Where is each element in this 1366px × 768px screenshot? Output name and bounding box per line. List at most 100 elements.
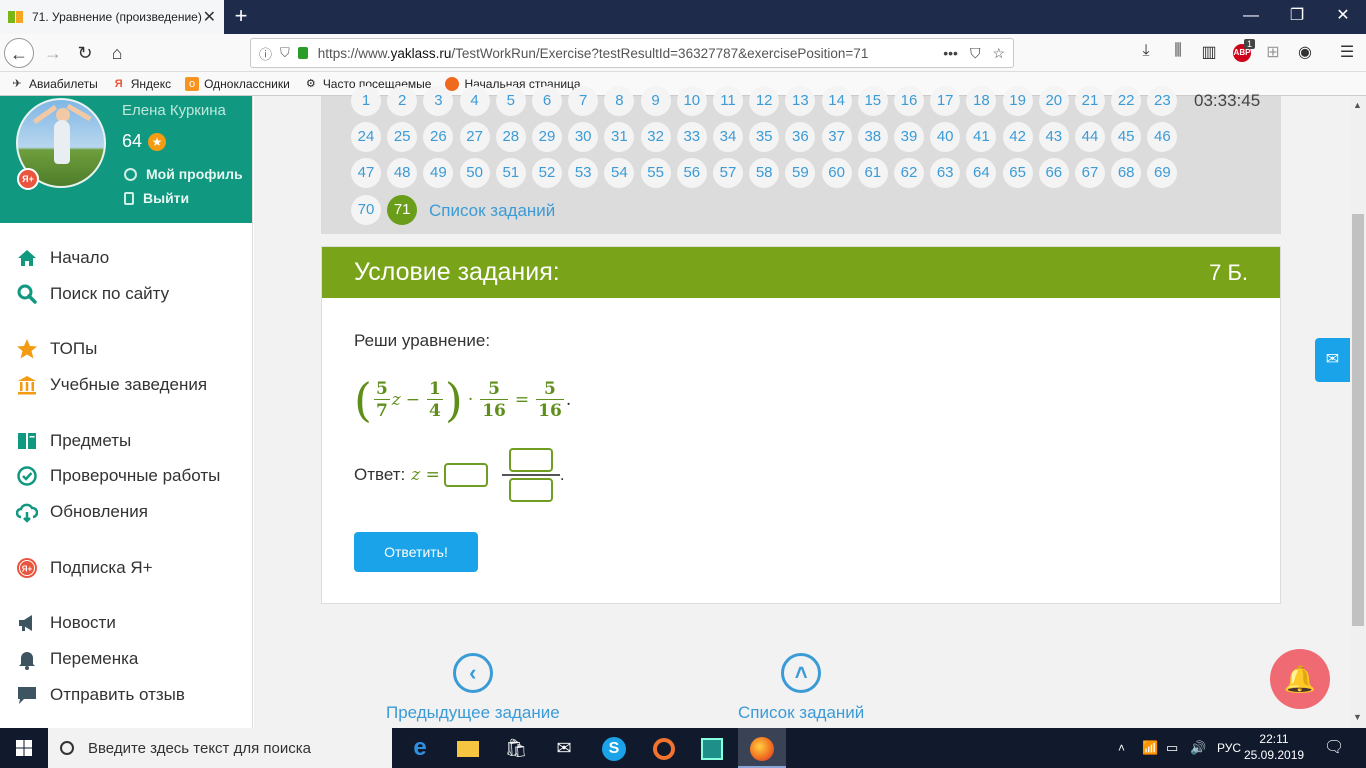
back-button[interactable]: ← <box>4 38 34 68</box>
task-number-32[interactable]: 32 <box>640 122 671 153</box>
scroll-down-arrow-icon[interactable]: ▼ <box>1353 712 1362 722</box>
task-number-43[interactable]: 43 <box>1038 122 1069 153</box>
forward-button[interactable]: → <box>38 38 68 68</box>
task-number-34[interactable]: 34 <box>713 122 743 153</box>
hamburger-menu-icon[interactable]: ☰ <box>1336 42 1358 62</box>
task-number-7[interactable]: 7 <box>568 86 599 116</box>
bookmark-yandex[interactable]: Я Яндекс <box>112 77 171 91</box>
task-number-6[interactable]: 6 <box>532 86 562 116</box>
url-text[interactable]: https://www.yaklass.ru/TestWorkRun/Exerc… <box>318 46 931 61</box>
task-number-49[interactable]: 49 <box>423 158 454 189</box>
sidebar-item-updates[interactable]: Обновления <box>16 501 148 523</box>
task-number-63[interactable]: 63 <box>930 158 961 189</box>
task-number-54[interactable]: 54 <box>604 158 635 189</box>
task-number-64[interactable]: 64 <box>966 158 997 189</box>
minimize-button[interactable]: — <box>1228 0 1274 34</box>
sidebar-item-tops[interactable]: ТОПы <box>16 338 97 360</box>
task-number-60[interactable]: 60 <box>821 158 852 189</box>
scroll-thumb[interactable] <box>1352 214 1364 626</box>
task-number-59[interactable]: 59 <box>785 158 816 189</box>
pocket-icon[interactable]: ⛉ <box>970 45 981 62</box>
task-number-21[interactable]: 21 <box>1075 86 1105 116</box>
task-number-53[interactable]: 53 <box>568 158 599 189</box>
task-number-17[interactable]: 17 <box>930 86 961 116</box>
close-window-button[interactable]: ✕ <box>1320 0 1366 34</box>
task-number-12[interactable]: 12 <box>749 86 780 116</box>
task-number-61[interactable]: 61 <box>857 158 888 189</box>
task-number-52[interactable]: 52 <box>532 158 562 189</box>
task-number-2[interactable]: 2 <box>387 86 418 116</box>
task-number-68[interactable]: 68 <box>1111 158 1142 189</box>
close-tab-icon[interactable]: ✕ <box>203 7 216 27</box>
reload-button[interactable]: ↻ <box>70 38 100 68</box>
task-number-62[interactable]: 62 <box>894 158 924 189</box>
notification-bell-icon[interactable]: 🔔 <box>1270 649 1330 709</box>
task-number-29[interactable]: 29 <box>532 122 562 153</box>
sidebar-item-search[interactable]: Поиск по сайту <box>16 283 169 305</box>
task-number-35[interactable]: 35 <box>749 122 780 153</box>
task-number-27[interactable]: 27 <box>459 122 490 153</box>
task-number-44[interactable]: 44 <box>1075 122 1105 153</box>
task-number-22[interactable]: 22 <box>1111 86 1142 116</box>
answer-whole-input[interactable] <box>443 463 488 487</box>
firefox-taskbar-icon[interactable] <box>738 728 786 768</box>
task-number-13[interactable]: 13 <box>785 86 816 116</box>
sidebar-item-tests[interactable]: Проверочные работы <box>16 465 220 487</box>
task-number-55[interactable]: 55 <box>640 158 671 189</box>
network-icon[interactable]: 📶 <box>1142 728 1158 768</box>
task-number-4[interactable]: 4 <box>459 86 490 116</box>
task-number-42[interactable]: 42 <box>1002 122 1033 153</box>
task-number-69[interactable]: 69 <box>1147 158 1178 189</box>
task-number-66[interactable]: 66 <box>1038 158 1069 189</box>
sidebar-item-schools[interactable]: Учебные заведения <box>16 374 207 396</box>
task-number-71[interactable]: 71 <box>387 194 418 225</box>
logout-link[interactable]: Выйти <box>124 190 189 206</box>
home-button[interactable]: ⌂ <box>102 38 132 68</box>
task-number-70[interactable]: 70 <box>351 194 381 225</box>
sidebar-item-subscription[interactable]: Я+ Подписка Я+ <box>16 557 153 579</box>
my-profile-link[interactable]: Мой профиль <box>124 166 243 182</box>
task-number-20[interactable]: 20 <box>1038 86 1069 116</box>
media-app-icon[interactable] <box>688 728 736 768</box>
previous-task-link[interactable]: ‹ Предыдущее задание <box>386 653 560 723</box>
page-actions-icon[interactable]: ••• <box>943 45 958 61</box>
task-number-23[interactable]: 23 <box>1147 86 1178 116</box>
task-list-link[interactable]: Список заданий <box>429 201 555 221</box>
task-number-11[interactable]: 11 <box>713 86 743 116</box>
task-number-1[interactable]: 1 <box>351 86 381 116</box>
task-number-38[interactable]: 38 <box>857 122 888 153</box>
task-number-39[interactable]: 39 <box>894 122 924 153</box>
scroll-up-arrow-icon[interactable]: ▲ <box>1353 100 1362 110</box>
bookmark-odnoklassniki[interactable]: о Одноклассники <box>185 76 290 91</box>
task-number-26[interactable]: 26 <box>423 122 454 153</box>
answer-denominator-input[interactable] <box>508 477 553 502</box>
bookmark-star-icon[interactable]: ☆ <box>992 45 1005 62</box>
task-number-9[interactable]: 9 <box>640 86 671 116</box>
task-number-41[interactable]: 41 <box>966 122 997 153</box>
task-number-48[interactable]: 48 <box>387 158 418 189</box>
lock-icon[interactable] <box>297 47 308 59</box>
task-number-65[interactable]: 65 <box>1002 158 1033 189</box>
system-clock[interactable]: 22:11 25.09.2019 <box>1244 731 1304 763</box>
answer-numerator-input[interactable] <box>508 448 553 473</box>
submit-answer-button[interactable]: Ответить! <box>354 532 478 572</box>
downloads-icon[interactable]: ⤓ <box>1135 42 1157 60</box>
task-number-37[interactable]: 37 <box>821 122 852 153</box>
info-icon[interactable]: ⓘ <box>259 44 272 63</box>
task-number-50[interactable]: 50 <box>459 158 490 189</box>
task-number-56[interactable]: 56 <box>676 158 707 189</box>
task-number-45[interactable]: 45 <box>1111 122 1142 153</box>
task-number-58[interactable]: 58 <box>749 158 780 189</box>
sidebar-item-news[interactable]: Новости <box>16 612 116 634</box>
skype-icon[interactable]: S <box>590 728 638 768</box>
task-number-40[interactable]: 40 <box>930 122 961 153</box>
origin-icon[interactable] <box>640 728 688 768</box>
taskbar-search-input[interactable]: Введите здесь текст для поиска <box>48 728 392 768</box>
sidebar-item-home[interactable]: Начало <box>16 247 109 269</box>
windows-start-icon[interactable] <box>0 728 48 768</box>
task-number-10[interactable]: 10 <box>676 86 707 116</box>
address-bar[interactable]: ⓘ ⛉ https://www.yaklass.ru/TestWorkRun/E… <box>250 38 1014 68</box>
maximize-button[interactable]: ❐ <box>1274 0 1320 34</box>
page-scrollbar[interactable]: ▲ ▼ <box>1350 96 1366 728</box>
edge-icon[interactable]: e <box>396 728 444 768</box>
